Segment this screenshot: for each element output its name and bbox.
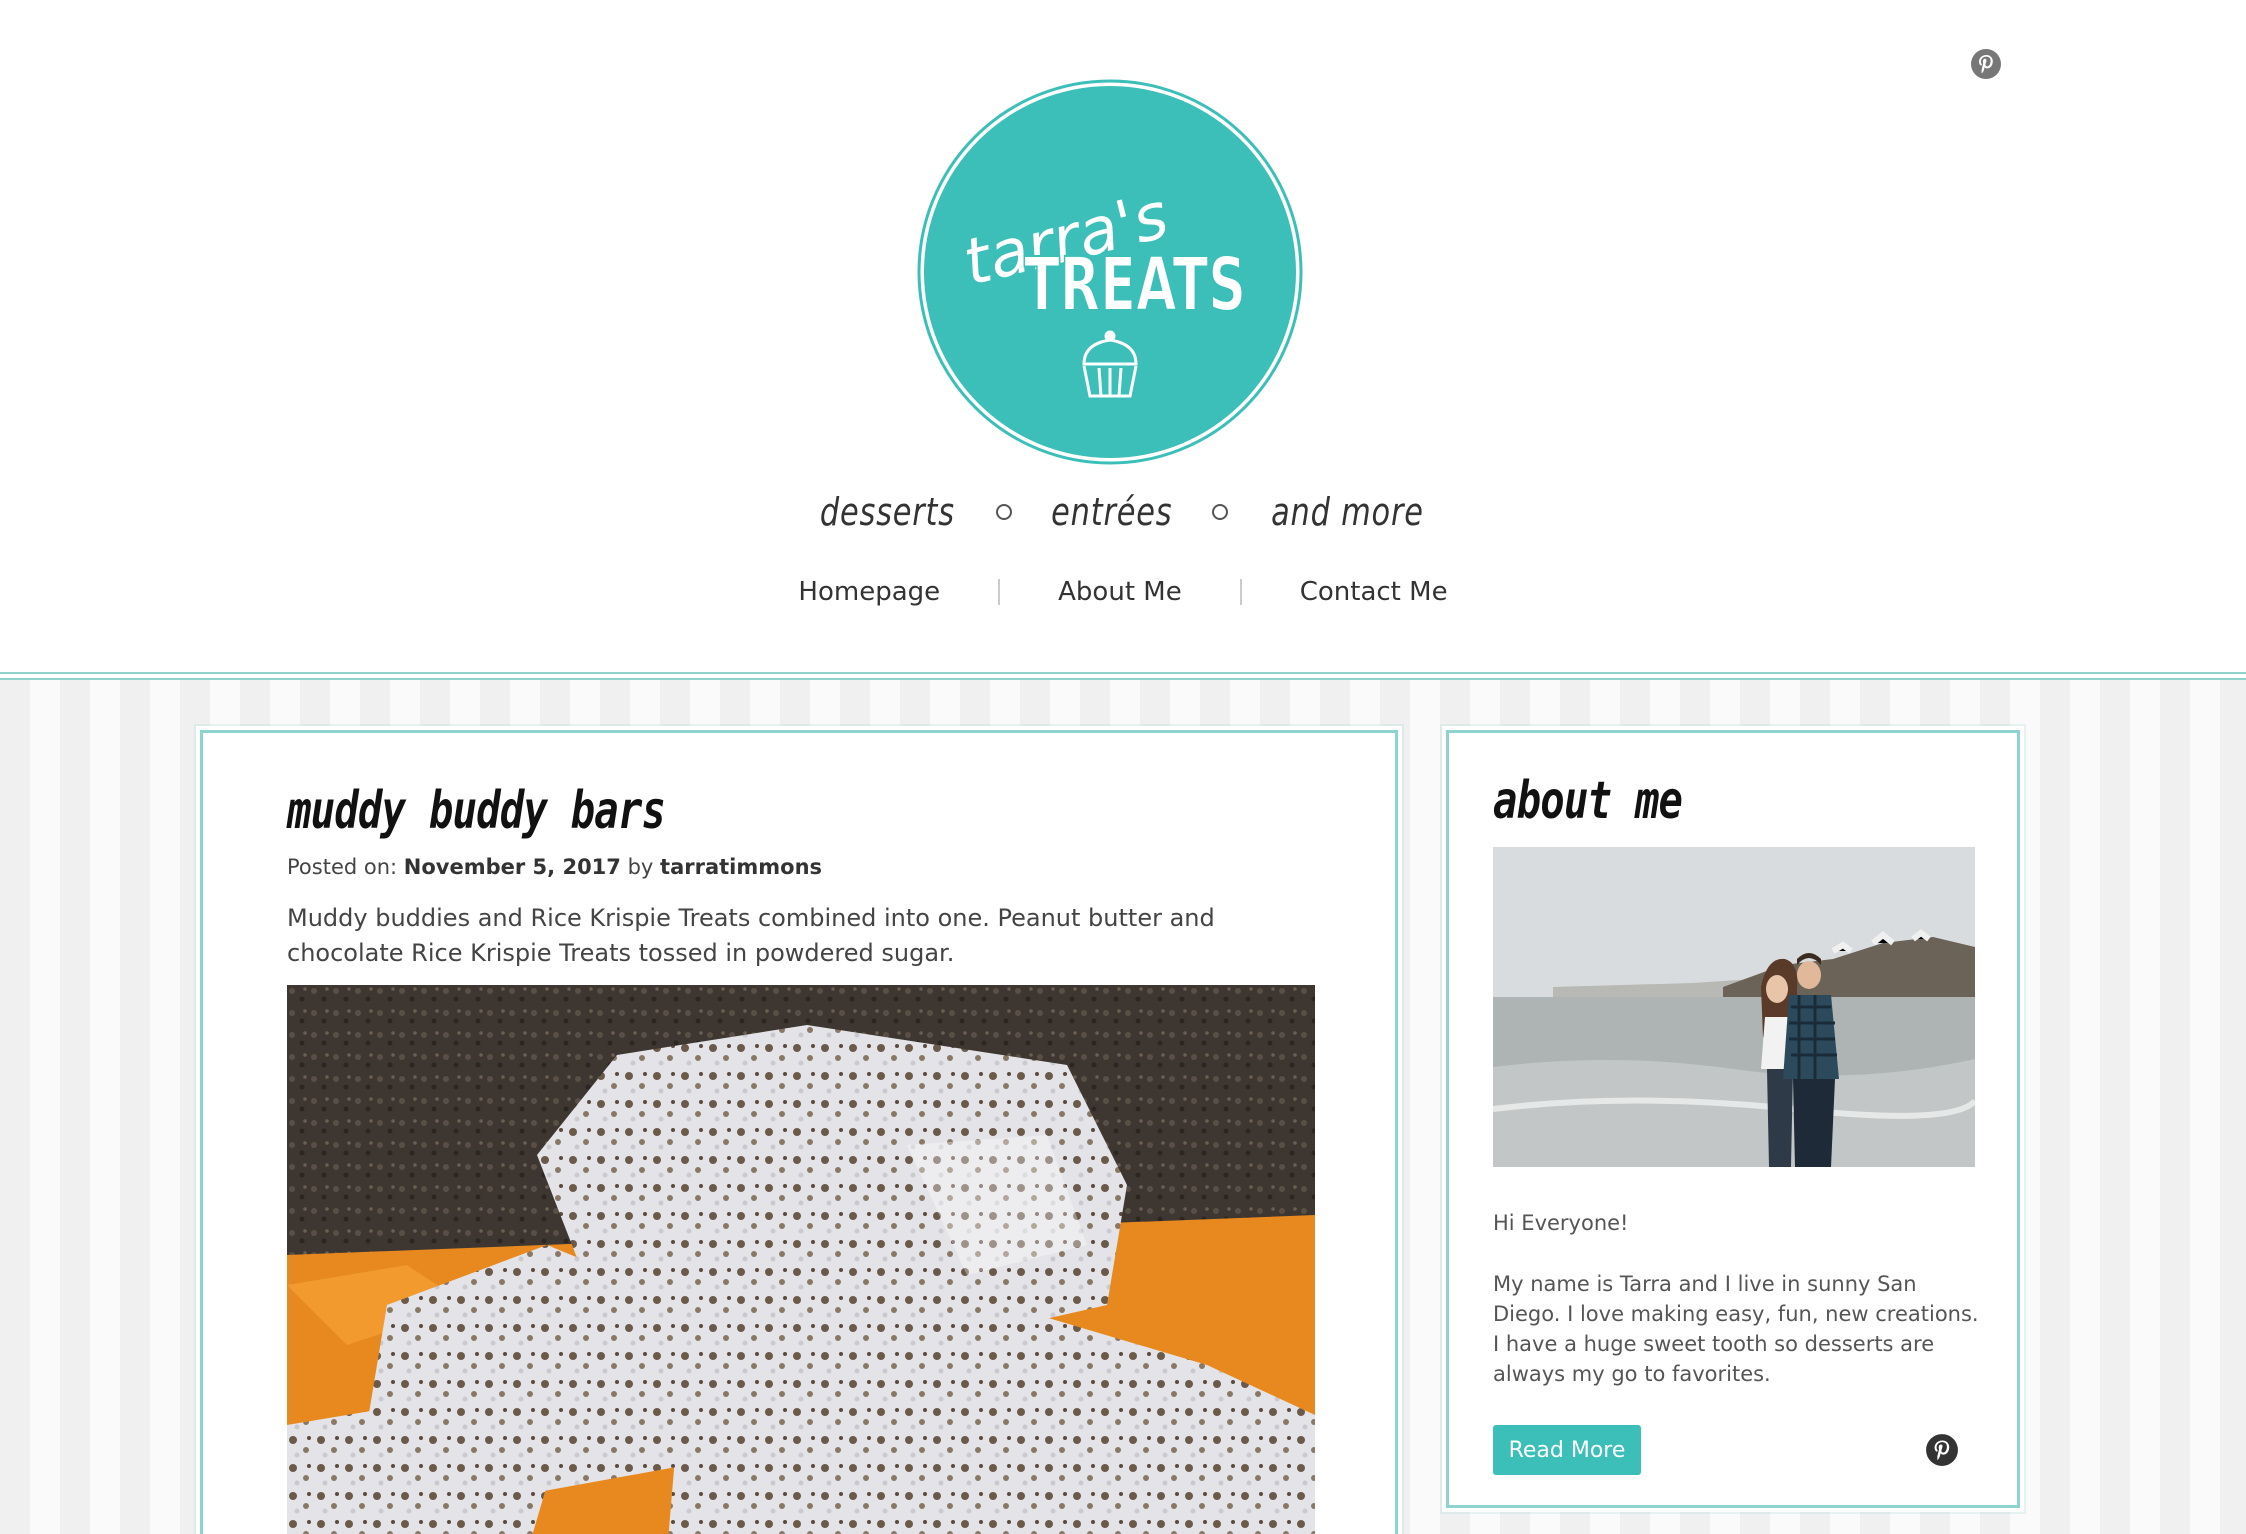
main-nav: Homepage About Me Contact Me [0,566,2246,618]
site-header: tarra's TREATS desserts entrées and more… [0,0,2246,676]
tagline: desserts entrées and more [0,484,2246,540]
tagline-desserts: desserts [820,490,956,534]
post-featured-image[interactable] [287,985,1315,1534]
about-me-title: about me [1493,771,1683,831]
pinterest-icon[interactable] [1970,48,2002,80]
post-excerpt: Muddy buddies and Rice Krispie Treats co… [287,904,1215,967]
header-divider [0,672,2246,680]
posted-on-label: Posted on: [287,855,398,879]
site-logo[interactable]: tarra's TREATS [916,78,1304,466]
about-me-text: My name is Tarra and I live in sunny San… [1493,1272,1979,1386]
post-date[interactable]: November 5, 2017 [404,855,621,879]
tagline-separator-icon [996,504,1013,520]
pinterest-icon[interactable] [1925,1433,1959,1467]
about-me-widget: about me Hi Everyone! My name is Tarra a… [1442,726,2024,1512]
post-title[interactable]: muddy buddy bars [287,781,1067,851]
post-meta: Posted on: November 5, 2017 by tarratimm… [287,855,1287,879]
nav-about-me[interactable]: About Me [1000,577,1240,607]
logo-treats-text: TREATS [1024,242,1246,328]
tagline-entrees: entrées [1051,490,1173,534]
by-label: by [627,855,654,879]
about-me-photo [1493,847,1975,1167]
post-author[interactable]: tarratimmons [660,855,822,879]
nav-contact-me[interactable]: Contact Me [1242,577,1506,607]
post-card: muddy buddy bars Posted on: November 5, … [196,726,1402,1534]
tagline-and-more: and more [1270,490,1424,534]
nav-homepage[interactable]: Homepage [740,577,998,607]
read-more-button[interactable]: Read More [1493,1425,1641,1475]
tagline-separator-icon [1211,504,1228,520]
about-me-greeting: Hi Everyone! [1493,1211,1629,1235]
